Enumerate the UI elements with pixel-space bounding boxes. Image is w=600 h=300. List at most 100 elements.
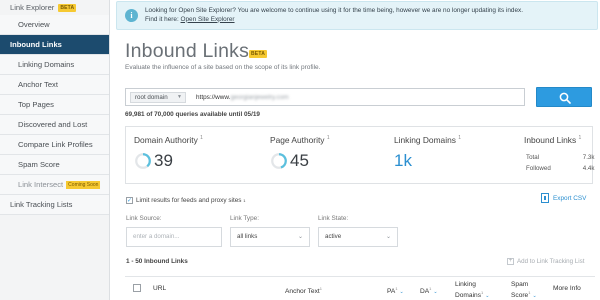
add-to-tracking-list-button[interactable]: + Add to Link Tracking List — [507, 258, 584, 265]
link-type-label: Link Type: — [230, 215, 260, 222]
export-csv-label: Export CSV — [553, 194, 587, 202]
table-header: URL Anchor Text1 PA1⌄ DA1⌄ Linking Domai… — [125, 276, 595, 300]
select-all-checkbox[interactable] — [133, 284, 141, 292]
column-anchor-text-label: Anchor Text — [285, 288, 320, 296]
sort-chevron-icon: ⌄ — [532, 292, 537, 299]
sort-chevron-icon: ⌄ — [433, 289, 438, 296]
search-bar: root domain ▼ https://www.georgianjewelr… — [125, 88, 525, 106]
column-spam-score[interactable]: Spam Score1⌄ — [511, 281, 537, 300]
info-superscript[interactable]: 1 — [458, 135, 461, 141]
metric-label: Page Authority 1 — [270, 135, 330, 145]
metric-label-text: Domain Authority — [134, 135, 198, 145]
metric-linking-domains: Linking Domains 1 1k — [394, 135, 461, 171]
sidebar-item-linking-domains[interactable]: Linking Domains — [0, 55, 109, 75]
results-count: 1 - 50 Inbound Links — [126, 258, 188, 265]
banner-message: Looking for Open Site Explorer? You are … — [145, 7, 523, 24]
info-superscript[interactable]: 1 — [320, 286, 322, 291]
info-superscript[interactable]: 1 — [327, 135, 330, 141]
column-da-label: DA — [420, 288, 430, 296]
column-linking-domains[interactable]: Linking Domains1⌄ — [455, 281, 489, 300]
sidebar-item-label: Discovered and Lost — [18, 120, 88, 129]
column-da[interactable]: DA1⌄ — [420, 285, 438, 297]
link-source-label: Link Source: — [126, 215, 162, 222]
title-beta-badge: BETA — [249, 50, 268, 58]
url-input[interactable]: https://www.georgianjewelry.com — [196, 92, 496, 103]
info-superscript[interactable]: 1 — [200, 135, 203, 141]
sidebar-item-anchor-text[interactable]: Anchor Text — [0, 75, 109, 95]
column-spam-score-line-2: Score1⌄ — [511, 289, 537, 300]
sidebar-item-spam-score[interactable]: Spam Score — [0, 155, 109, 175]
link-state-select[interactable]: active ⌄ — [318, 227, 398, 247]
plus-icon: + — [507, 258, 514, 265]
search-icon — [559, 92, 571, 104]
sidebar: Link Explorer BETA Overview Inbound Link… — [0, 0, 110, 300]
link-source-input[interactable]: enter a domain... — [126, 227, 222, 247]
metric-page-authority: Page Authority 1 45 — [270, 135, 330, 171]
link-state-value: active — [325, 233, 342, 240]
inbound-links-row: Followed 4.4k — [526, 164, 594, 173]
link-type-value: all links — [237, 233, 258, 240]
sidebar-item-link-tracking-lists[interactable]: Link Tracking Lists — [0, 195, 109, 215]
column-spam-score-line-1: Spam — [511, 281, 529, 288]
sidebar-item-link-intersect: Link Intersect Coming Soon — [0, 175, 109, 195]
sidebar-item-inbound-links[interactable]: Inbound Links — [0, 35, 109, 55]
sidebar-item-label: Link Tracking Lists — [10, 200, 73, 209]
info-superscript[interactable]: 1 — [481, 290, 483, 295]
banner-line-2-prefix: Find it here: — [145, 15, 181, 23]
sidebar-item-top-pages[interactable]: Top Pages — [0, 95, 109, 115]
column-spam-score-line-2-text: Score — [511, 291, 529, 299]
sidebar-item-label: Anchor Text — [18, 80, 58, 89]
column-linking-domains-line-1: Linking — [455, 281, 476, 288]
export-csv-button[interactable]: Export CSV — [541, 193, 586, 203]
metric-label-text: Page Authority — [270, 135, 325, 145]
metric-label-text: Inbound Links — [524, 135, 577, 145]
limit-results-label: Limit results for feeds and proxy sites — [136, 197, 242, 204]
link-type-select[interactable]: all links ⌄ — [230, 227, 310, 247]
url-input-blurred-domain: georgianjewelry.com — [230, 94, 289, 101]
sidebar-item-label: Linking Domains — [18, 60, 75, 69]
authority-ring-icon — [271, 153, 287, 169]
limit-results-option[interactable]: ✓ Limit results for feeds and proxy site… — [126, 197, 246, 204]
linking-domains-value[interactable]: 1k — [394, 151, 412, 171]
open-site-explorer-link[interactable]: Open Site Explorer — [181, 16, 235, 23]
url-input-prefix: https://www. — [196, 94, 231, 101]
info-superscript[interactable]: 1 — [395, 286, 397, 291]
info-superscript[interactable]: 1 — [528, 290, 530, 295]
sidebar-item-discovered-lost[interactable]: Discovered and Lost — [0, 115, 109, 135]
column-more-info: More Info — [553, 285, 581, 292]
coming-soon-badge: Coming Soon — [66, 180, 101, 189]
download-icon — [541, 193, 549, 203]
sidebar-item-compare-link-profiles[interactable]: Compare Link Profiles — [0, 135, 109, 155]
column-anchor-text[interactable]: Anchor Text1 — [285, 285, 322, 296]
info-superscript[interactable]: 1 — [243, 198, 245, 203]
authority-ring-icon — [135, 153, 151, 169]
beta-badge: BETA — [58, 3, 77, 12]
scope-select-value: root domain — [135, 94, 168, 101]
sidebar-item-overview[interactable]: Overview — [0, 15, 109, 35]
column-url[interactable]: URL — [153, 285, 166, 293]
scope-select[interactable]: root domain ▼ — [130, 92, 186, 103]
limit-results-checkbox[interactable]: ✓ — [126, 197, 133, 204]
query-quota: 69,981 of 70,000 queries available until… — [125, 111, 260, 118]
info-superscript[interactable]: 1 — [578, 135, 581, 141]
metric-value-row: 45 — [270, 151, 330, 171]
sidebar-item-label: Inbound Links — [10, 40, 62, 49]
metric-label-text: Linking Domains — [394, 135, 456, 145]
banner-line-1: Looking for Open Site Explorer? You are … — [145, 7, 523, 14]
page-title: Inbound Links — [125, 40, 250, 62]
metric-label: Linking Domains 1 — [394, 135, 461, 145]
info-superscript[interactable]: 1 — [429, 286, 431, 291]
sidebar-item-label: Top Pages — [18, 100, 54, 109]
column-pa[interactable]: PA1⌄ — [387, 285, 404, 297]
metric-domain-authority: Domain Authority 1 39 — [134, 135, 203, 171]
add-to-tracking-list-label: Add to Link Tracking List — [517, 258, 585, 265]
sidebar-header: Link Explorer BETA — [0, 0, 109, 15]
link-state-label: Link State: — [318, 215, 349, 222]
search-button[interactable] — [536, 87, 592, 107]
metric-label: Inbound Links 1 — [524, 135, 596, 145]
inbound-links-row-value: 4.4k — [582, 165, 595, 172]
chevron-down-icon: ⌄ — [385, 234, 391, 240]
sidebar-item-label: Link Intersect — [18, 180, 64, 189]
page-authority-value: 45 — [290, 151, 309, 170]
page-subtitle: Evaluate the influence of a site based o… — [125, 64, 321, 71]
